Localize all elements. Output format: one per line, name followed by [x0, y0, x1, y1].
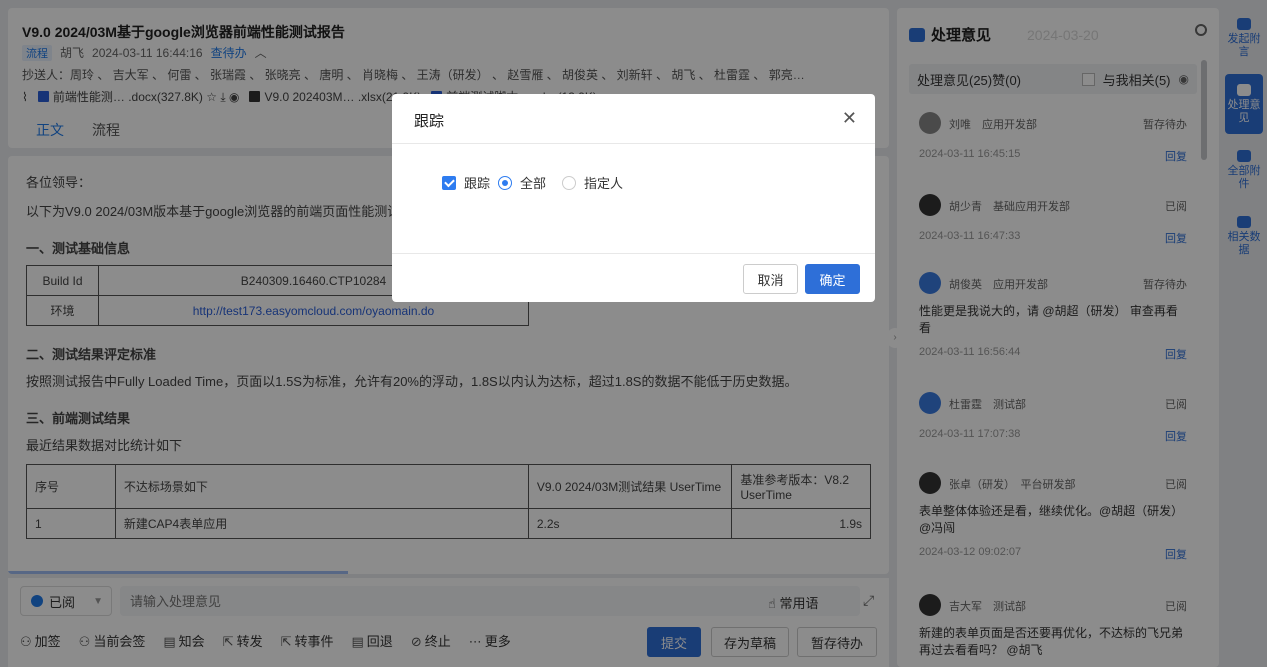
close-icon[interactable]: ✕ [842, 108, 857, 129]
radio-specified[interactable] [562, 175, 577, 190]
radio-all-label[interactable]: 全部 [520, 173, 546, 192]
dialog-title: 跟踪 [414, 113, 445, 130]
track-checkbox-label[interactable]: 跟踪 [464, 173, 490, 192]
track-checkbox[interactable] [442, 175, 456, 190]
dialog-footer-divider [392, 253, 875, 254]
track-options: 跟踪 全部 指定人 [442, 173, 623, 192]
track-dialog: 跟踪 ✕ 跟踪 全部 指定人 取消 确定 [392, 94, 875, 302]
radio-all[interactable] [498, 175, 513, 190]
dialog-divider [392, 143, 875, 144]
confirm-button[interactable]: 确定 [805, 264, 860, 294]
radio-specified-label[interactable]: 指定人 [584, 173, 623, 192]
cancel-button[interactable]: 取消 [743, 264, 798, 294]
